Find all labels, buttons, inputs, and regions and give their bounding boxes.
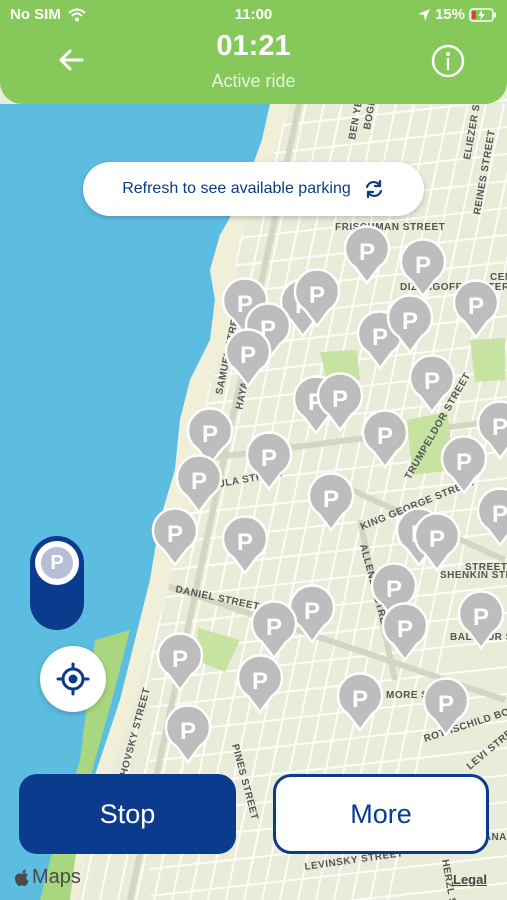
apple-logo-icon (15, 869, 29, 886)
maps-attribution: Maps (14, 866, 81, 889)
parking-marker-label: P (304, 598, 320, 625)
parking-marker-label: P (456, 449, 472, 476)
parking-marker-label: P (332, 386, 348, 413)
more-button[interactable]: More (273, 774, 489, 854)
map-view[interactable]: FRISCHMAN STREETSAMUEL STREETHAYARKONGEU… (0, 0, 507, 900)
parking-marker-label: P (415, 252, 431, 279)
parking-marker-label: P (323, 486, 339, 513)
parking-marker-label: P (372, 324, 388, 351)
crosshair-icon (56, 662, 90, 696)
parking-marker-label: P (424, 368, 440, 395)
battery-charging-icon (469, 7, 496, 22)
street-label: CENTRAL PEAK (490, 272, 507, 283)
parking-marker-label: P (237, 529, 253, 556)
parking-marker-label: P (492, 414, 507, 441)
battery-percent: 15% (434, 6, 465, 23)
parking-marker-label: P (402, 308, 418, 335)
parking-marker-label: P (167, 521, 183, 548)
parking-marker-label: P (252, 668, 268, 695)
parking-marker-label: P (386, 576, 402, 603)
parking-marker-label: P (397, 616, 413, 643)
refresh-parking-button[interactable]: Refresh to see available parking (83, 162, 424, 216)
info-icon (431, 44, 465, 78)
parking-marker-label: P (202, 421, 218, 448)
parking-marker-label: P (191, 468, 207, 495)
maps-label: Maps (32, 866, 81, 888)
parking-toggle-knob: P (35, 541, 79, 585)
parking-marker-label: P (492, 501, 507, 528)
parking-marker-label: P (266, 614, 282, 641)
parking-marker-label: P (468, 293, 484, 320)
refresh-icon (365, 179, 382, 199)
parking-marker-label: P (240, 342, 256, 369)
parking-marker-label: P (377, 423, 393, 450)
refresh-label: Refresh to see available parking (122, 180, 351, 197)
parking-marker-label: P (359, 239, 375, 266)
parking-marker-label: P (180, 718, 196, 745)
parking-marker-label: P (261, 445, 277, 472)
parking-marker-label: P (429, 526, 445, 553)
location-arrow-icon (417, 8, 430, 21)
info-button[interactable] (430, 43, 466, 79)
parking-marker-label: P (309, 282, 325, 309)
parking-marker-label: P (352, 686, 368, 713)
status-bar: No SIM 11:00 15% (0, 0, 507, 30)
parking-icon: P (41, 547, 73, 579)
parking-marker-label: P (172, 646, 188, 673)
stop-button[interactable]: Stop (19, 774, 236, 854)
street-label: STREET (465, 562, 507, 573)
parking-marker-label: P (473, 604, 489, 631)
parking-toggle[interactable]: P (30, 536, 84, 630)
parking-marker-label: P (438, 691, 454, 718)
legal-link[interactable]: Legal (453, 872, 487, 887)
locate-me-button[interactable] (40, 646, 106, 712)
